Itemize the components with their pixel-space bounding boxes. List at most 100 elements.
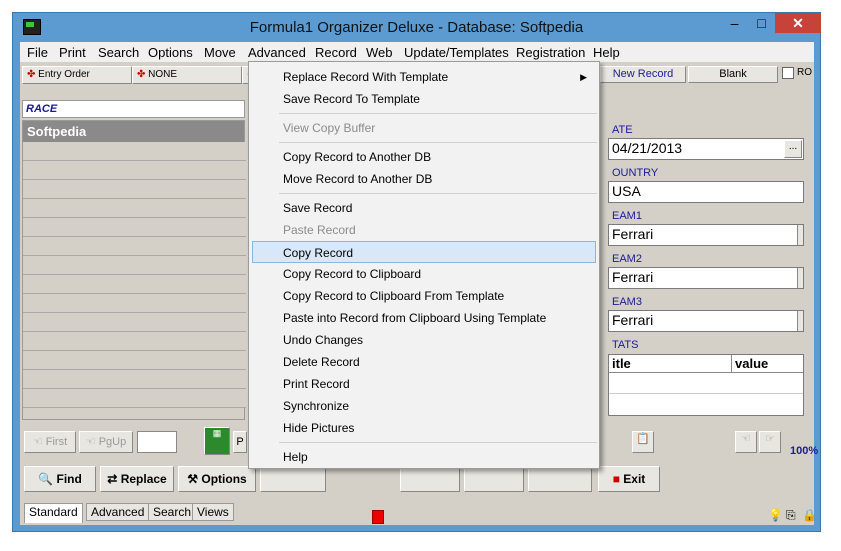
menu-item-hide-pictures[interactable]: Hide Pictures	[249, 417, 599, 439]
blank-button[interactable]: Blank	[688, 66, 778, 83]
list-item[interactable]	[23, 218, 246, 237]
list-item[interactable]	[23, 389, 246, 408]
menu-file[interactable]: File	[27, 45, 48, 60]
prev-hand-icon[interactable]: ☜	[735, 431, 757, 453]
stats-col-title[interactable]: itle	[612, 356, 631, 371]
partial-button[interactable]: P	[233, 431, 247, 453]
clipboard-icon[interactable]: 📋	[632, 431, 654, 453]
menu-move[interactable]: Move	[204, 45, 236, 60]
record-number-input[interactable]	[137, 431, 177, 453]
date-label: ATE	[612, 124, 633, 136]
menu-separator	[279, 193, 597, 194]
menu-item-copy-record[interactable]: Copy Record	[252, 241, 596, 263]
menu-item-paste-record[interactable]: Paste Record	[249, 219, 599, 241]
copy-icon[interactable]: ⎘	[786, 508, 796, 523]
team1-dropdown[interactable]: Ferrari	[608, 224, 804, 246]
menu-item-save-record[interactable]: Save Record	[249, 197, 599, 219]
list-item[interactable]	[23, 237, 246, 256]
menu-item-save-to-template[interactable]: Save Record To Template	[249, 88, 599, 110]
table-row[interactable]	[609, 374, 803, 394]
pgup-button[interactable]: ☜ PgUp	[79, 431, 133, 453]
menu-item-replace-with-template[interactable]: Replace Record With Template ▶	[249, 66, 599, 88]
hand-left-icon: ☜	[32, 436, 43, 448]
people-icon: ✤	[137, 69, 146, 80]
ro-label: RO	[797, 67, 812, 78]
team1-label: EAM1	[612, 210, 642, 222]
team3-dropdown[interactable]: Ferrari	[608, 310, 804, 332]
menu-item-copy-to-db[interactable]: Copy Record to Another DB	[249, 146, 599, 168]
hidden-button[interactable]	[400, 466, 460, 492]
menu-item-synchronize[interactable]: Synchronize	[249, 395, 599, 417]
tab-standard[interactable]: Standard	[24, 503, 83, 523]
tab-search[interactable]: Search	[148, 503, 197, 521]
menu-item-print-record[interactable]: Print Record	[249, 373, 599, 395]
list-item[interactable]	[23, 313, 246, 332]
menu-item-paste-clipboard-template[interactable]: Paste into Record from Clipboard Using T…	[249, 307, 599, 329]
list-header: RACE	[22, 100, 245, 118]
menu-item-copy-clipboard-template[interactable]: Copy Record to Clipboard From Template	[249, 285, 599, 307]
close-button[interactable]: ✕	[775, 13, 821, 33]
stats-col-value[interactable]: value	[735, 356, 768, 371]
options-button[interactable]: ⚒ Options	[178, 466, 256, 492]
stats-table[interactable]: itle value	[608, 354, 804, 416]
menu-item-move-to-db[interactable]: Move Record to Another DB	[249, 168, 599, 190]
record-marker-icon	[372, 510, 384, 524]
entry-order-button[interactable]: ✤ Entry Order	[22, 66, 132, 84]
list-item[interactable]	[23, 351, 246, 370]
color-grid-icon[interactable]: ▦	[204, 427, 230, 455]
exit-button[interactable]: ■ Exit	[598, 466, 660, 492]
menu-advanced[interactable]: Advanced	[248, 45, 306, 60]
menu-options[interactable]: Options	[148, 45, 193, 60]
list-item[interactable]	[23, 161, 246, 180]
hidden-button[interactable]	[464, 466, 524, 492]
window-title: Formula1 Organizer Deluxe - Database: So…	[249, 19, 584, 36]
find-button[interactable]: 🔍 Find	[24, 466, 96, 492]
menu-item-delete-record[interactable]: Delete Record	[249, 351, 599, 373]
exit-door-icon: ■	[612, 472, 620, 486]
column-divider	[731, 355, 732, 373]
list-item[interactable]	[23, 256, 246, 275]
replace-button[interactable]: ⇄ Replace	[100, 466, 174, 492]
menu-item-undo-changes[interactable]: Undo Changes	[249, 329, 599, 351]
menu-item-help[interactable]: Help	[249, 446, 599, 468]
list-item[interactable]	[23, 332, 246, 351]
menu-bar: File Print Search Options Move Advanced …	[20, 42, 814, 62]
lightbulb-icon[interactable]: 💡	[768, 508, 783, 522]
list-item[interactable]	[23, 294, 246, 313]
menu-item-copy-to-clipboard[interactable]: Copy Record to Clipboard	[249, 263, 599, 285]
menu-search[interactable]: Search	[98, 45, 139, 60]
next-hand-icon[interactable]: ☞	[759, 431, 781, 453]
menu-web[interactable]: Web	[366, 45, 393, 60]
team2-dropdown[interactable]: Ferrari	[608, 267, 804, 289]
record-list[interactable]: Softpedia	[22, 120, 246, 420]
maximize-button[interactable]: □	[748, 13, 775, 33]
none-button[interactable]: ✤ NONE	[132, 66, 242, 84]
date-picker-button[interactable]: ...	[784, 140, 802, 158]
first-button[interactable]: ☜ First	[24, 431, 76, 453]
list-item[interactable]	[23, 370, 246, 389]
country-field[interactable]: USA	[608, 181, 804, 203]
hidden-button[interactable]	[260, 466, 326, 492]
menu-help[interactable]: Help	[593, 45, 620, 60]
list-item[interactable]	[23, 142, 246, 161]
menu-record[interactable]: Record	[315, 45, 357, 60]
title-bar[interactable]: Formula1 Organizer Deluxe - Database: So…	[13, 13, 821, 41]
list-item-selected[interactable]: Softpedia	[23, 121, 244, 142]
menu-print[interactable]: Print	[59, 45, 86, 60]
lock-icon[interactable]: 🔒	[802, 508, 817, 522]
tab-views[interactable]: Views	[192, 503, 234, 521]
menu-update-templates[interactable]: Update/Templates	[404, 45, 509, 60]
list-item[interactable]	[23, 180, 246, 199]
ro-checkbox[interactable]	[782, 67, 794, 79]
date-field[interactable]: 04/21/2013 ...	[608, 138, 804, 160]
hidden-button[interactable]	[528, 466, 592, 492]
menu-item-view-copy-buffer[interactable]: View Copy Buffer	[249, 117, 599, 139]
country-label: OUNTRY	[612, 167, 659, 179]
list-item[interactable]	[23, 275, 246, 294]
minimize-button[interactable]: –	[721, 13, 748, 33]
list-item[interactable]	[23, 199, 246, 218]
tab-advanced[interactable]: Advanced	[86, 503, 150, 521]
menu-registration[interactable]: Registration	[516, 45, 585, 60]
new-record-button[interactable]: New Record	[600, 66, 686, 83]
stats-label: TATS	[612, 339, 639, 351]
